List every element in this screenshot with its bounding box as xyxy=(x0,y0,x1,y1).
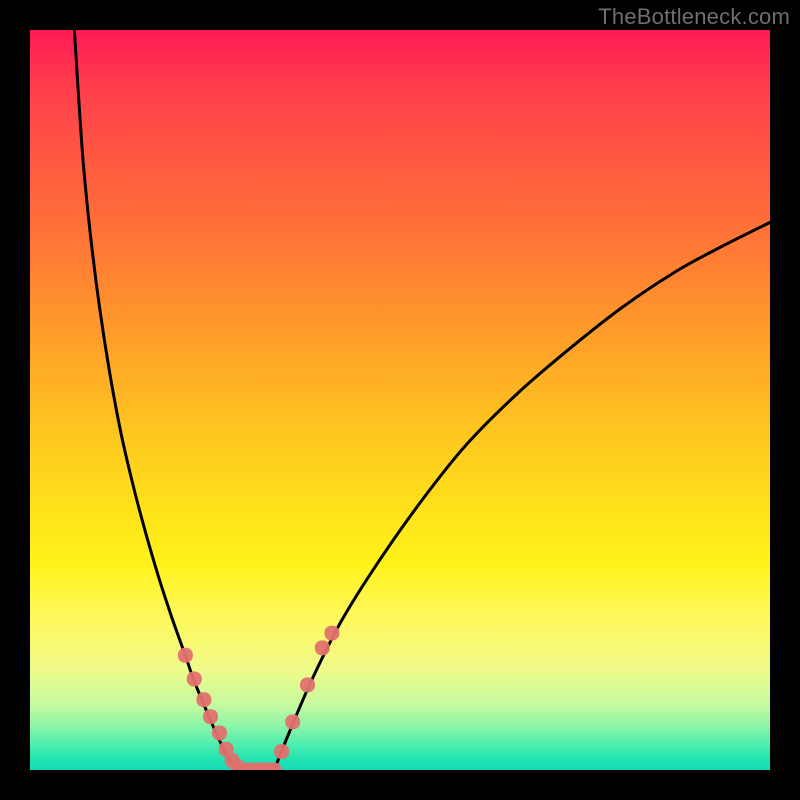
curve-marker xyxy=(274,744,289,759)
curve-marker xyxy=(285,714,300,729)
marker-group xyxy=(178,626,340,770)
curve-marker xyxy=(196,692,211,707)
watermark-text: TheBottleneck.com xyxy=(598,4,790,30)
curve-layer xyxy=(30,30,770,770)
curve-marker xyxy=(212,726,227,741)
curve-marker xyxy=(315,640,330,655)
curve-marker xyxy=(203,709,218,724)
curve-marker xyxy=(324,626,339,641)
plot-area xyxy=(30,30,770,770)
curve-marker xyxy=(300,677,315,692)
curve-marker xyxy=(178,648,193,663)
chart-stage: TheBottleneck.com xyxy=(0,0,800,800)
curve-marker xyxy=(187,671,202,686)
